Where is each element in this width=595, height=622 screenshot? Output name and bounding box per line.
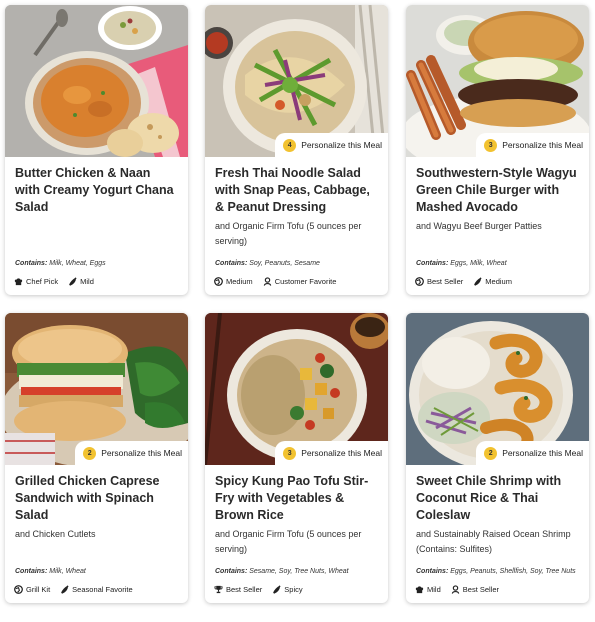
badge-grill-kit: Grill Kit: [14, 585, 50, 594]
badge-chef-pick: Chef Pick: [14, 277, 58, 286]
pepper-icon: [273, 584, 281, 594]
customer-icon: [451, 584, 459, 594]
meal-badges: Best Seller Medium: [415, 275, 583, 287]
allergen-contains: Contains: Milk, Wheat, Eggs: [15, 260, 106, 267]
pepper-icon: [61, 584, 69, 594]
meal-badges: Mild Best Seller: [415, 583, 583, 595]
meal-title[interactable]: Spicy Kung Pao Tofu Stir-Fry with Vegeta…: [215, 473, 378, 524]
personalize-count-badge: 2: [83, 446, 97, 460]
meal-photo[interactable]: 2 Personalize this Meal: [406, 313, 589, 465]
allergen-contains: Contains: Milk, Wheat: [15, 568, 86, 575]
meal-card-thai-noodle-salad[interactable]: 4 Personalize this Meal Fresh Thai Noodl…: [205, 5, 388, 295]
personalize-meal-button[interactable]: 4 Personalize this Meal: [275, 133, 388, 157]
meal-title[interactable]: Sweet Chile Shrimp with Coconut Rice & T…: [416, 473, 579, 524]
meal-card-chicken-caprese[interactable]: 2 Personalize this Meal Grilled Chicken …: [5, 313, 188, 603]
customer-icon: [263, 276, 271, 286]
meal-badges: Medium Customer Favorite: [214, 275, 382, 287]
meal-card-sweet-chile-shrimp[interactable]: 2 Personalize this Meal Sweet Chile Shri…: [406, 313, 589, 603]
badge-spice-level: Mild: [415, 585, 441, 594]
globe-icon: [14, 584, 23, 594]
meal-subtitle: and Organic Firm Tofu (5 ounces per serv…: [215, 529, 362, 554]
meal-title[interactable]: Fresh Thai Noodle Salad with Snap Peas, …: [215, 165, 378, 216]
meal-card-butter-chicken[interactable]: Butter Chicken & Naan with Creamy Yogurt…: [5, 5, 188, 295]
pepper-icon: [474, 276, 482, 286]
meal-photo[interactable]: 4 Personalize this Meal: [205, 5, 388, 157]
meal-badges: Best Seller Spicy: [214, 583, 382, 595]
badge-spice-level: Spicy: [272, 584, 303, 594]
allergen-contains: Contains: Soy, Peanuts, Sesame: [215, 260, 320, 267]
trophy-icon: [214, 585, 223, 593]
badge-spice-level: Medium: [473, 277, 512, 286]
meal-title[interactable]: Butter Chicken & Naan with Creamy Yogurt…: [15, 165, 178, 216]
globe-icon: [415, 276, 424, 286]
badge-spice-level: Mild: [68, 277, 94, 286]
meal-photo[interactable]: [5, 5, 188, 157]
personalize-meal-button[interactable]: 3 Personalize this Meal: [476, 133, 589, 157]
chef-hat-icon: [14, 277, 23, 285]
globe-icon: [214, 276, 223, 286]
meal-photo[interactable]: 2 Personalize this Meal: [5, 313, 188, 465]
allergen-contains: Contains: Eggs, Milk, Wheat: [416, 260, 507, 267]
meal-badges: Chef Pick Mild: [14, 275, 182, 287]
meal-photo[interactable]: 3 Personalize this Meal: [406, 5, 589, 157]
personalize-meal-button[interactable]: 2 Personalize this Meal: [476, 441, 589, 465]
personalize-count-badge: 2: [484, 446, 498, 460]
meal-subtitle: and Organic Firm Tofu (5 ounces per serv…: [215, 221, 362, 246]
meal-subtitle: and Chicken Cutlets: [15, 529, 96, 539]
meal-card-kung-pao-tofu[interactable]: 3 Personalize this Meal Spicy Kung Pao T…: [205, 313, 388, 603]
meal-subtitle: and Wagyu Beef Burger Patties: [416, 221, 542, 231]
meal-photo[interactable]: 3 Personalize this Meal: [205, 313, 388, 465]
badge-seasonal-favorite: Seasonal Favorite: [60, 584, 133, 594]
meal-subtitle: and Sustainably Raised Ocean Shrimp (Con…: [416, 529, 571, 554]
personalize-count-badge: 3: [484, 138, 498, 152]
badge-best-seller: Best Seller: [415, 277, 463, 286]
badge-customer-favorite: Customer Favorite: [263, 276, 336, 286]
badge-best-seller: Best Seller: [451, 585, 499, 594]
meal-title[interactable]: Southwestern-Style Wagyu Green Chile Bur…: [416, 165, 579, 216]
meal-badges: Grill Kit Seasonal Favorite: [14, 583, 182, 595]
personalize-count-badge: 3: [283, 446, 297, 460]
meal-grid: Butter Chicken & Naan with Creamy Yogurt…: [0, 0, 595, 622]
badge-spice-level: Medium: [214, 277, 253, 286]
allergen-contains: Contains: Sesame, Soy, Tree Nuts, Wheat: [215, 568, 349, 575]
personalize-count-badge: 4: [283, 138, 297, 152]
allergen-contains: Contains: Eggs, Peanuts, Shellfish, Soy,…: [416, 568, 576, 575]
meal-title[interactable]: Grilled Chicken Caprese Sandwich with Sp…: [15, 473, 178, 524]
badge-best-seller: Best Seller: [214, 585, 262, 594]
pepper-icon: [69, 276, 77, 286]
personalize-meal-button[interactable]: 2 Personalize this Meal: [75, 441, 188, 465]
personalize-meal-button[interactable]: 3 Personalize this Meal: [275, 441, 388, 465]
meal-card-wagyu-burger[interactable]: 3 Personalize this Meal Southwestern-Sty…: [406, 5, 589, 295]
chef-hat-icon: [415, 585, 424, 593]
